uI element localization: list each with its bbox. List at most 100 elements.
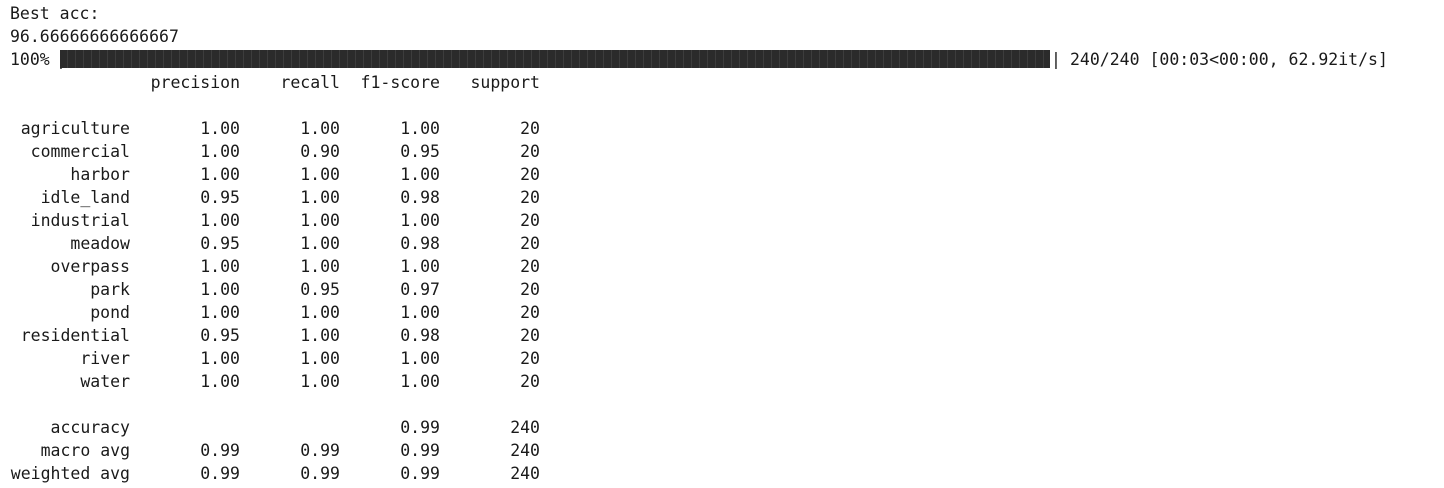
precision-cell: 1.00: [200, 257, 240, 276]
recall-cell: 1.00: [300, 372, 340, 391]
progress-close-pipe: |: [1051, 50, 1061, 69]
f1-score-cell: 1.00: [400, 303, 440, 322]
support-cell: 20: [520, 349, 540, 368]
f1-score-cell: 0.99: [400, 418, 440, 437]
blank-row: [10, 94, 50, 117]
row-label: park: [90, 280, 130, 299]
recall-cell: 0.99: [300, 441, 340, 460]
progress-track: [60, 50, 1050, 68]
recall-cell: 0.90: [300, 142, 340, 161]
f1-score-cell: 1.00: [400, 349, 440, 368]
precision-cell: 1.00: [200, 119, 240, 138]
precision-cell: 1.00: [200, 349, 240, 368]
recall-cell: 1.00: [300, 234, 340, 253]
recall-cell: 1.00: [300, 349, 340, 368]
progress-bar-row: 100% | | 240/240 [00:03<00:00, 62.92it/s…: [10, 48, 1388, 71]
progress-stats: 240/240 [00:03<00:00, 62.92it/s]: [1070, 50, 1388, 69]
row-label: accuracy: [50, 418, 130, 437]
row-label: meadow: [70, 234, 130, 253]
row-label: idle_land: [40, 188, 130, 207]
table-row: meadow 0.95 1.00 0.98 20: [10, 232, 540, 255]
summary-row: macro avg 0.99 0.99 0.99 240: [10, 439, 540, 462]
row-label: weighted avg: [10, 464, 130, 483]
table-row: pond 1.00 1.00 1.00 20: [10, 301, 540, 324]
row-label: pond: [90, 303, 130, 322]
support-cell: 20: [520, 211, 540, 230]
progress-percent: 100%: [10, 50, 50, 69]
table-row: agriculture 1.00 1.00 1.00 20: [10, 117, 540, 140]
f1-score-cell: 0.98: [400, 326, 440, 345]
support-cell: 240: [510, 464, 540, 483]
best-acc-label: Best acc:: [10, 4, 100, 23]
support-cell: 20: [520, 372, 540, 391]
support-cell: 240: [510, 418, 540, 437]
precision-cell: 0.95: [200, 234, 240, 253]
recall-cell: 1.00: [300, 188, 340, 207]
f1-score-cell: 1.00: [400, 257, 440, 276]
row-label: harbor: [70, 165, 130, 184]
f1-score-cell: 1.00: [400, 211, 440, 230]
precision-cell: 1.00: [200, 303, 240, 322]
recall-cell: 1.00: [300, 211, 340, 230]
f1-score-cell: 0.99: [400, 441, 440, 460]
support-cell: 20: [520, 142, 540, 161]
support-cell: 20: [520, 326, 540, 345]
support-cell: 240: [510, 441, 540, 460]
f1-score-cell: 0.95: [400, 142, 440, 161]
f1-score-cell: 1.00: [400, 165, 440, 184]
row-label: river: [80, 349, 130, 368]
table-row: industrial 1.00 1.00 1.00 20: [10, 209, 540, 232]
recall-cell: 0.99: [300, 464, 340, 483]
header-f1-score: f1-score: [360, 73, 440, 92]
table-row: river 1.00 1.00 1.00 20: [10, 347, 540, 370]
header-support: support: [470, 73, 540, 92]
table-row: residential 0.95 1.00 0.98 20: [10, 324, 540, 347]
recall-cell: 0.95: [300, 280, 340, 299]
table-row: overpass 1.00 1.00 1.00 20: [10, 255, 540, 278]
header-precision: precision: [150, 73, 240, 92]
f1-score-cell: 0.98: [400, 234, 440, 253]
precision-cell: 1.00: [200, 165, 240, 184]
precision-cell: 1.00: [200, 280, 240, 299]
support-cell: 20: [520, 165, 540, 184]
f1-score-cell: 0.97: [400, 280, 440, 299]
row-label: residential: [20, 326, 130, 345]
recall-cell: 1.00: [300, 257, 340, 276]
report-header-row: precision recall f1-score support: [10, 71, 540, 94]
f1-score-cell: 0.99: [400, 464, 440, 483]
precision-cell: 0.99: [200, 464, 240, 483]
precision-cell: 0.95: [200, 326, 240, 345]
table-row: idle_land 0.95 1.00 0.98 20: [10, 186, 540, 209]
row-label: overpass: [50, 257, 130, 276]
precision-cell: 0.95: [200, 188, 240, 207]
table-row: water 1.00 1.00 1.00 20: [10, 370, 540, 393]
recall-cell: 1.00: [300, 165, 340, 184]
blank-row: [10, 393, 50, 416]
support-cell: 20: [520, 257, 540, 276]
row-label: commercial: [30, 142, 130, 161]
precision-cell: 0.99: [200, 441, 240, 460]
summary-row: weighted avg 0.99 0.99 0.99 240: [10, 462, 540, 485]
table-row: harbor 1.00 1.00 1.00 20: [10, 163, 540, 186]
precision-cell: 1.00: [200, 211, 240, 230]
f1-score-cell: 1.00: [400, 372, 440, 391]
summary-row: accuracy 0.99 240: [10, 416, 540, 439]
row-label: water: [80, 372, 130, 391]
row-label: industrial: [30, 211, 130, 230]
recall-cell: 1.00: [300, 303, 340, 322]
classification-report: precision recall f1-score support agricu…: [10, 71, 540, 485]
f1-score-cell: 0.98: [400, 188, 440, 207]
f1-score-cell: 1.00: [400, 119, 440, 138]
row-label: macro avg: [40, 441, 130, 460]
table-row: park 1.00 0.95 0.97 20: [10, 278, 540, 301]
recall-cell: 1.00: [300, 326, 340, 345]
table-row: commercial 1.00 0.90 0.95 20: [10, 140, 540, 163]
support-cell: 20: [520, 280, 540, 299]
progress-fill: [60, 50, 1050, 68]
support-cell: 20: [520, 234, 540, 253]
recall-cell: 1.00: [300, 119, 340, 138]
support-cell: 20: [520, 119, 540, 138]
precision-cell: 1.00: [200, 142, 240, 161]
support-cell: 20: [520, 188, 540, 207]
row-label: agriculture: [20, 119, 130, 138]
